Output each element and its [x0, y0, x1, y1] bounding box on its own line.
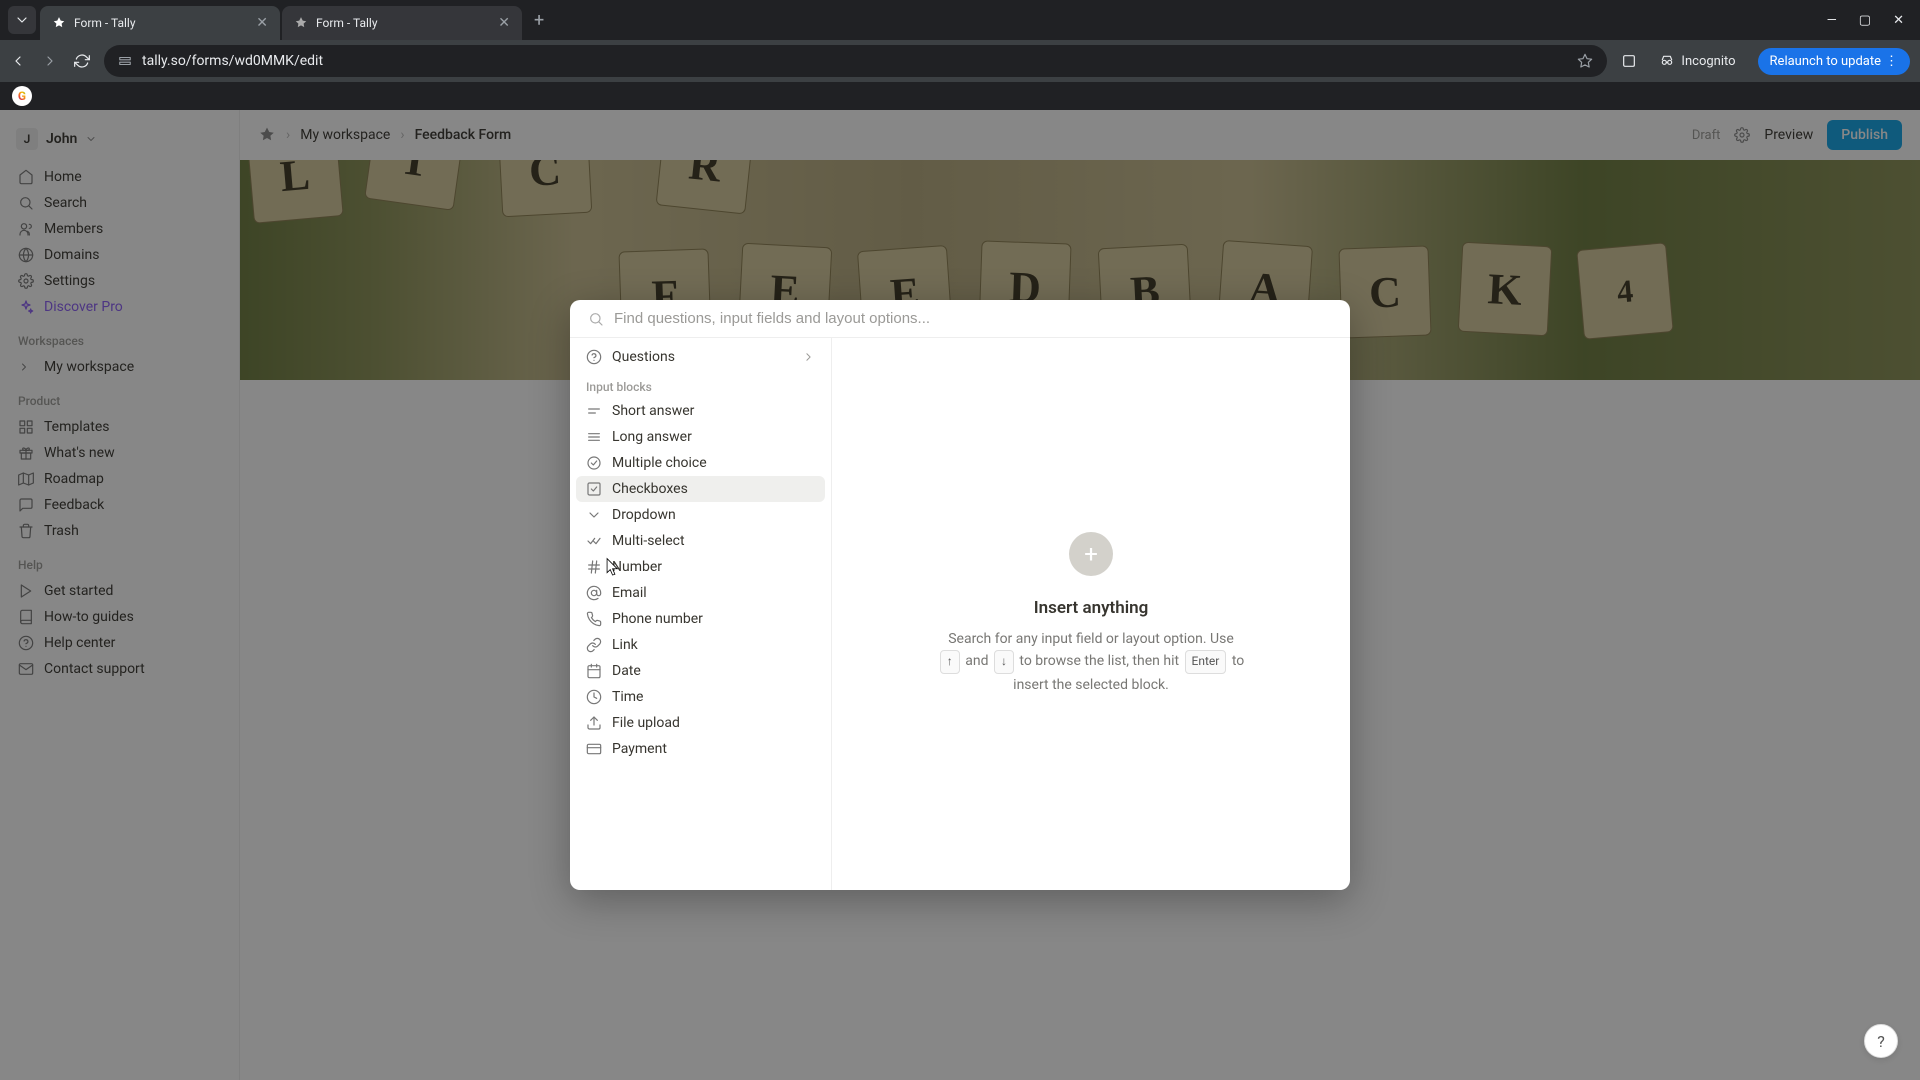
chevron-right-icon [802, 349, 815, 365]
bookmark-star-icon[interactable] [1577, 53, 1593, 69]
maximize-button[interactable]: ▢ [1859, 13, 1871, 28]
key-up: ↑ [940, 650, 960, 673]
credit-card-icon [586, 741, 602, 757]
block-dropdown[interactable]: Dropdown [576, 502, 825, 528]
browser-tab-strip: Form - Tally ✕ Form - Tally ✕ + — ▢ ✕ [0, 0, 1920, 40]
block-time[interactable]: Time [576, 684, 825, 710]
block-email[interactable]: Email [576, 580, 825, 606]
bookmarks-bar: G [0, 82, 1920, 110]
preview-title: Insert anything [1034, 598, 1149, 618]
new-tab-button[interactable]: + [524, 10, 554, 31]
block-link[interactable]: Link [576, 632, 825, 658]
browser-toolbar: tally.so/forms/wd0MMK/edit Incognito Rel… [0, 40, 1920, 82]
modal-search-row [570, 300, 1350, 337]
window-controls: — ▢ ✕ [1827, 13, 1912, 28]
key-enter: Enter [1185, 650, 1227, 673]
help-circle-icon [586, 349, 602, 365]
check-circle-icon [586, 455, 602, 471]
block-date[interactable]: Date [576, 658, 825, 684]
check-square-icon [586, 481, 602, 497]
block-short-answer[interactable]: Short answer [576, 398, 825, 424]
close-window-button[interactable]: ✕ [1893, 13, 1904, 28]
url-text: tally.so/forms/wd0MMK/edit [142, 53, 323, 69]
tally-favicon [294, 16, 308, 30]
calendar-icon [586, 663, 602, 679]
reload-button[interactable] [74, 53, 90, 69]
questions-category[interactable]: Questions [576, 344, 825, 370]
site-settings-icon[interactable] [118, 54, 132, 68]
tab-title: Form - Tally [74, 16, 248, 30]
checks-icon [586, 533, 602, 549]
tally-favicon [52, 16, 66, 30]
block-search-input[interactable] [614, 310, 1332, 327]
clock-icon [586, 689, 602, 705]
incognito-indicator[interactable]: Incognito [1651, 49, 1743, 73]
block-file-upload[interactable]: File upload [576, 710, 825, 736]
minimize-button[interactable]: — [1827, 13, 1837, 28]
browser-tab[interactable]: Form - Tally ✕ [40, 6, 280, 40]
input-blocks-header: Input blocks [576, 370, 825, 398]
block-number[interactable]: Number [576, 554, 825, 580]
block-preview-pane: + Insert anything Search for any input f… [832, 338, 1350, 890]
plus-circle-icon: + [1069, 532, 1113, 576]
phone-icon [586, 611, 602, 627]
tab-title: Form - Tally [316, 16, 490, 30]
search-icon [588, 311, 604, 327]
block-payment[interactable]: Payment [576, 736, 825, 762]
address-bar[interactable]: tally.so/forms/wd0MMK/edit [104, 45, 1607, 77]
hash-icon [586, 559, 602, 575]
insert-block-modal: Questions Input blocks Short answer Long… [570, 300, 1350, 890]
long-text-icon [586, 429, 602, 445]
back-button[interactable] [10, 53, 26, 69]
close-icon[interactable]: ✕ [498, 15, 510, 31]
upload-icon [586, 715, 602, 731]
short-text-icon [586, 403, 602, 419]
chevron-down-icon [586, 507, 602, 523]
block-list[interactable]: Questions Input blocks Short answer Long… [570, 338, 832, 890]
kebab-icon: ⋮ [1885, 54, 1898, 69]
close-icon[interactable]: ✕ [256, 15, 268, 31]
at-icon [586, 585, 602, 601]
block-multiple-choice[interactable]: Multiple choice [576, 450, 825, 476]
preview-description: Search for any input field or layout opt… [936, 628, 1246, 696]
block-multi-select[interactable]: Multi-select [576, 528, 825, 554]
help-fab-button[interactable]: ? [1864, 1024, 1898, 1058]
block-checkboxes[interactable]: Checkboxes [576, 476, 825, 502]
block-long-answer[interactable]: Long answer [576, 424, 825, 450]
block-phone[interactable]: Phone number [576, 606, 825, 632]
extensions-icon[interactable] [1621, 53, 1637, 69]
google-shortcut[interactable]: G [12, 86, 32, 106]
key-down: ↓ [994, 650, 1014, 673]
link-icon [586, 637, 602, 653]
browser-tab[interactable]: Form - Tally ✕ [282, 6, 522, 40]
tab-search-button[interactable] [8, 6, 36, 34]
relaunch-button[interactable]: Relaunch to update ⋮ [1758, 48, 1910, 75]
forward-button[interactable] [42, 53, 58, 69]
